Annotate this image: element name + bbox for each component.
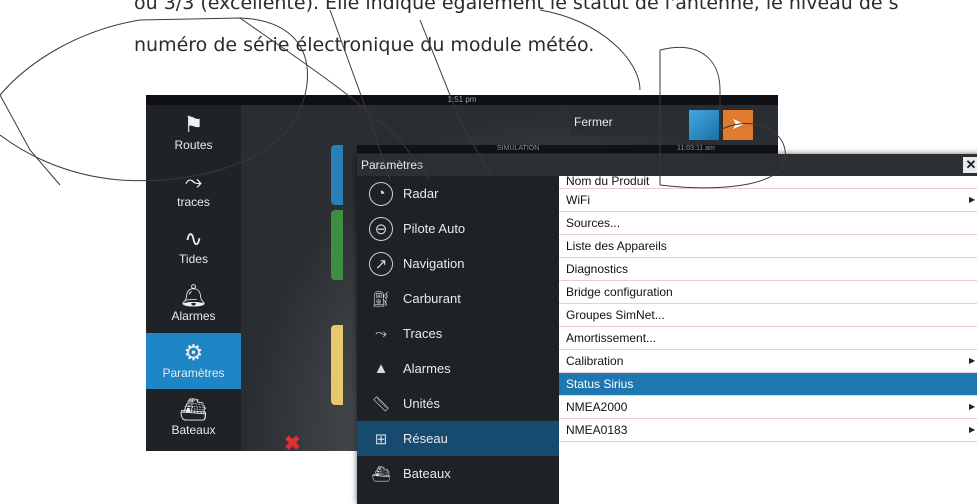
option-label: NMEA0183 <box>566 423 628 437</box>
option-nmea2000[interactable]: NMEA2000 ▶ <box>559 396 977 419</box>
chevron-right-icon: ▶ <box>969 356 976 365</box>
category-alarmes[interactable]: ▲ Alarmes <box>357 351 559 386</box>
bell-icon: ▲ <box>373 360 389 377</box>
option-groupes-simnet[interactable]: Groupes SimNet... <box>559 304 977 327</box>
nav-item-alarmes[interactable]: 🔔︎ Alarmes <box>146 276 241 332</box>
nav-item-bateaux[interactable]: ⛴ Bateaux <box>146 390 241 446</box>
gear-icon: ⚙ <box>183 340 204 365</box>
category-label: Alarmes <box>403 361 451 376</box>
app-icons: ➤ <box>689 110 757 140</box>
category-label: Pilote Auto <box>403 221 466 236</box>
category-carburant[interactable]: ⛽︎ Carburant <box>357 281 559 316</box>
settings-dialog: Paramètres ✕ ◔ Radar ⊖ Pilote Auto ↗ Nav… <box>357 154 977 504</box>
category-label: Réseau <box>403 431 448 446</box>
compass-icon: ↗ <box>369 251 393 276</box>
option-label: Liste des Appareils <box>566 239 667 253</box>
main-nav: ⚑ Routes ⤳ traces ∿ Tides 🔔︎ Alarmes ⚙ P… <box>146 105 241 451</box>
option-calibration[interactable]: Calibration ▶ <box>559 350 977 373</box>
option-label: Diagnostics <box>566 262 629 276</box>
bell-icon: 🔔︎ <box>179 283 208 308</box>
fuel-icon: ⛽︎ <box>371 290 391 308</box>
dialog-title: Paramètres <box>357 154 977 176</box>
option-nmea0183[interactable]: NMEA0183 ▶ <box>559 419 977 442</box>
category-label: Traces <box>403 326 443 341</box>
top-clock: 1:51 pm <box>146 95 778 105</box>
trail-icon: ⤳ <box>374 325 387 342</box>
chart-app-icon[interactable] <box>689 110 719 140</box>
category-bateaux[interactable]: ⛴ Bateaux <box>357 456 559 491</box>
option-label: WiFi <box>566 193 590 207</box>
mob-x-icon[interactable]: ✖ <box>284 431 301 451</box>
network-icon: ⊞ <box>374 430 388 448</box>
nav-item-tides[interactable]: ∿ Tides <box>146 219 241 275</box>
close-icon[interactable]: ✕ <box>963 157 977 173</box>
simulation-clock: 11:03:11 am <box>677 145 715 152</box>
option-wifi[interactable]: WiFi ▶ <box>559 189 977 212</box>
category-traces[interactable]: ⤳ Traces <box>357 316 559 351</box>
nav-item-label: Tides <box>179 252 208 266</box>
category-label: Carburant <box>403 291 461 306</box>
option-label: Calibration <box>566 354 624 368</box>
nav-item-label: Bateaux <box>171 423 216 437</box>
simulation-bar: SIMULATION 11:03:11 am <box>357 145 778 153</box>
settings-category-list: ◔ Radar ⊖ Pilote Auto ↗ Navigation ⛽︎ Ca… <box>357 176 559 504</box>
compass-app-icon[interactable]: ➤ <box>723 110 753 140</box>
settings-option-list: Nom du Produit WiFi ▶ Sources... Liste d… <box>559 176 977 504</box>
nav-item-label: traces <box>177 195 210 209</box>
flag-icon: ⚑ <box>183 112 204 137</box>
category-navigation[interactable]: ↗ Navigation <box>357 246 559 281</box>
option-label: Amortissement... <box>566 331 657 345</box>
category-pilote-auto[interactable]: ⊖ Pilote Auto <box>357 211 559 246</box>
option-liste-appareils[interactable]: Liste des Appareils <box>559 235 977 258</box>
option-sources[interactable]: Sources... <box>559 212 977 235</box>
chevron-right-icon: ▶ <box>969 195 976 204</box>
ruler-icon: 📏︎ <box>371 395 391 413</box>
radar-icon: ◔ <box>369 181 393 206</box>
app-tile-edge[interactable] <box>331 145 343 205</box>
option-label: Groupes SimNet... <box>566 308 665 322</box>
document-text-line-2: numéro de série électronique du module m… <box>134 34 595 56</box>
nav-item-label: Paramètres <box>162 366 225 380</box>
option-label: Nom du Produit <box>566 176 650 188</box>
option-label: Status Sirius <box>566 377 634 391</box>
category-label: Unités <box>403 396 440 411</box>
category-label: Navigation <box>403 256 465 271</box>
nav-item-label: Routes <box>174 138 213 152</box>
chevron-right-icon: ▶ <box>969 425 976 434</box>
nav-item-routes[interactable]: ⚑ Routes <box>146 105 241 161</box>
trail-icon: ⤳ <box>184 169 203 194</box>
category-label: Bateaux <box>403 466 451 481</box>
category-label: Radar <box>403 186 439 201</box>
nav-item-parametres[interactable]: ⚙ Paramètres <box>146 333 241 389</box>
option-status-sirius[interactable]: Status Sirius <box>559 373 977 396</box>
option-amortissement[interactable]: Amortissement... <box>559 327 977 350</box>
wave-icon: ∿ <box>184 226 203 251</box>
option-label: Bridge configuration <box>566 285 673 299</box>
option-bridge-configuration[interactable]: Bridge configuration <box>559 281 977 304</box>
document-text-line-1: ou 3/3 (excellente). Elle indique égalem… <box>134 0 899 14</box>
category-unites[interactable]: 📏︎ Unités <box>357 386 559 421</box>
close-button[interactable]: Fermer <box>570 109 680 135</box>
option-label: Sources... <box>566 216 621 230</box>
steering-wheel-icon: ⊖ <box>369 216 393 241</box>
nav-item-label: Alarmes <box>171 309 216 323</box>
category-radar[interactable]: ◔ Radar <box>357 176 559 211</box>
option-diagnostics[interactable]: Diagnostics <box>559 258 977 281</box>
option-label: NMEA2000 <box>566 400 628 414</box>
ship-icon: ⛴ <box>371 465 391 483</box>
app-tile-edge[interactable] <box>331 210 343 280</box>
option-nom-du-produit[interactable]: Nom du Produit <box>559 176 977 189</box>
category-reseau[interactable]: ⊞ Réseau <box>357 421 559 456</box>
chevron-right-icon: ▶ <box>969 402 976 411</box>
nav-item-traces[interactable]: ⤳ traces <box>146 162 241 218</box>
simulation-label: SIMULATION <box>497 145 540 152</box>
ship-icon: ⛴ <box>179 397 208 422</box>
app-tile-edge[interactable] <box>331 325 343 405</box>
